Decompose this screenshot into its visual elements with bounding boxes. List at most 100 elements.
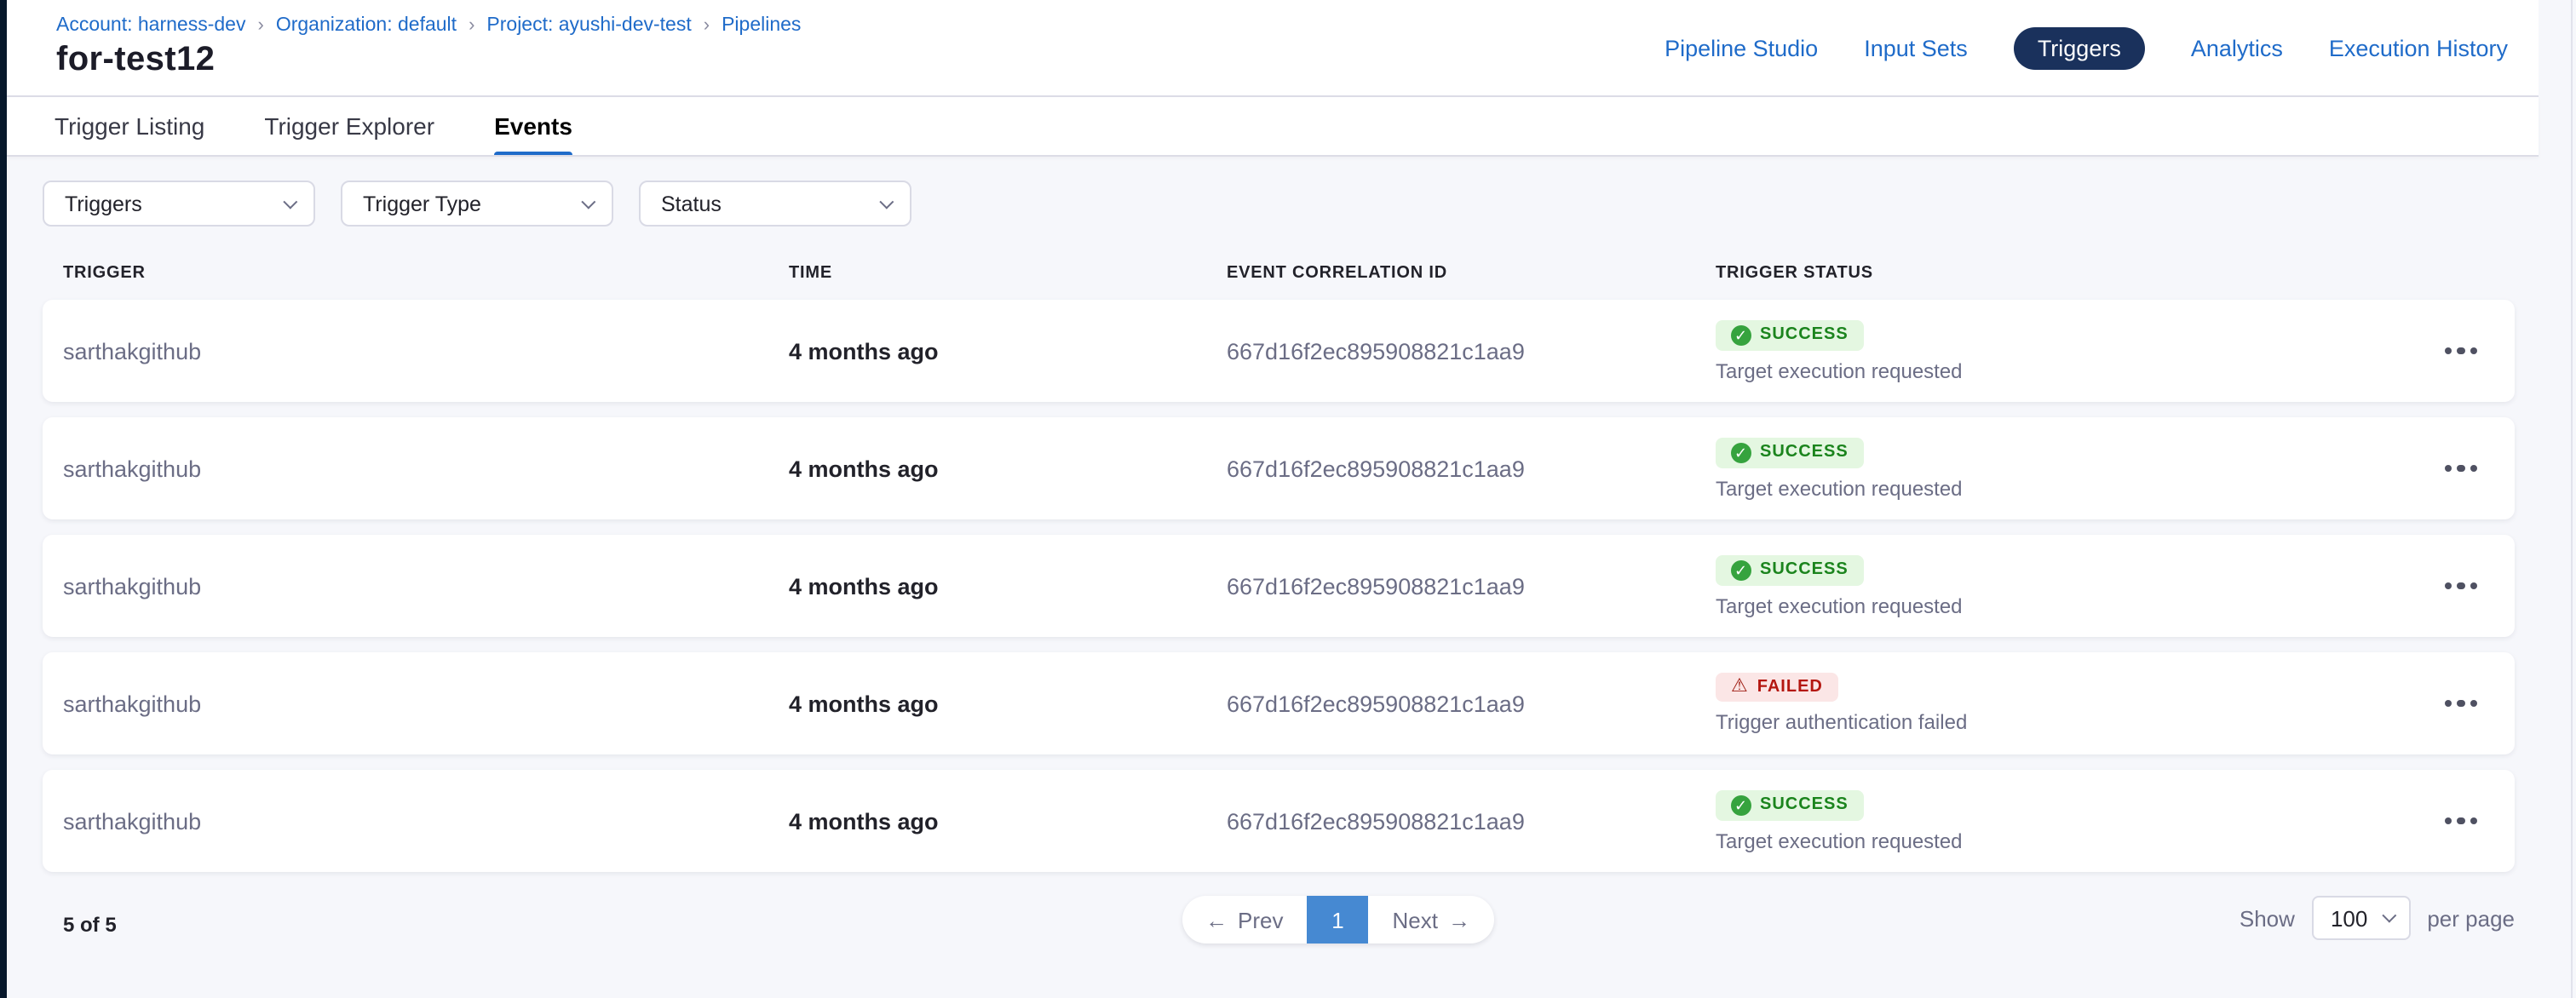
- triggers-filter-dropdown[interactable]: Triggers: [43, 181, 315, 227]
- trigger-name: sarthakgithub: [63, 691, 789, 716]
- status-filter-label: Status: [661, 192, 722, 215]
- status-badge: ✓ SUCCESS: [1716, 437, 1864, 467]
- events-content: Triggers Trigger Type Status Trigger Tim…: [7, 157, 2576, 967]
- event-time: 4 months ago: [789, 456, 1227, 481]
- trigger-type-filter-dropdown[interactable]: Trigger Type: [341, 181, 613, 227]
- trigger-name: sarthakgithub: [63, 338, 789, 364]
- event-row[interactable]: sarthakgithub 4 months ago 667d16f2ec895…: [43, 535, 2515, 637]
- trigger-name: sarthakgithub: [63, 573, 789, 599]
- page-header: Account: harness-dev › Organization: def…: [7, 0, 2539, 97]
- event-row[interactable]: sarthakgithub 4 months ago 667d16f2ec895…: [43, 652, 2515, 754]
- ellipsis-icon: [2444, 347, 2452, 355]
- prev-page-button[interactable]: ← Prev: [1182, 896, 1307, 944]
- check-circle-icon: ✓: [1731, 442, 1751, 462]
- column-header-time: Time: [789, 264, 1227, 283]
- page-number-button[interactable]: 1: [1307, 896, 1368, 944]
- row-actions: [2385, 337, 2487, 365]
- events-table-body: sarthakgithub 4 months ago 667d16f2ec895…: [43, 300, 2515, 872]
- chevron-down-icon: [581, 194, 595, 209]
- event-correlation-id: 667d16f2ec895908821c1aa9: [1227, 573, 1716, 599]
- nav-execution-history[interactable]: Execution History: [2329, 36, 2508, 61]
- status-filter-dropdown[interactable]: Status: [639, 181, 911, 227]
- row-actions: [2385, 690, 2487, 718]
- trigger-name: sarthakgithub: [63, 456, 789, 481]
- show-label: Show: [2240, 905, 2295, 931]
- status-message: Trigger authentication failed: [1716, 710, 1967, 734]
- trigger-status-cell: ✓ SUCCESS Target execution requested: [1716, 319, 2385, 382]
- row-actions: [2385, 572, 2487, 600]
- status-badge: ✓ SUCCESS: [1716, 319, 1864, 350]
- page-size-control: Show 100 per page: [2240, 896, 2515, 940]
- chevron-right-icon: ›: [469, 15, 474, 36]
- column-header-trigger: Trigger: [63, 264, 789, 283]
- prev-label: Prev: [1238, 907, 1283, 932]
- trigger-status-cell: ✓ SUCCESS Target execution requested: [1716, 437, 2385, 500]
- breadcrumb-organization[interactable]: Organization: default: [276, 15, 457, 36]
- breadcrumb-pipelines[interactable]: Pipelines: [722, 15, 801, 36]
- row-actions: [2385, 807, 2487, 835]
- chevron-down-icon: [283, 194, 297, 209]
- trigger-name: sarthakgithub: [63, 808, 789, 834]
- row-more-menu-button[interactable]: [2434, 337, 2487, 365]
- row-more-menu-button[interactable]: [2434, 572, 2487, 600]
- pagination-bar: 5 of 5 ← Prev 1 Next → Show 100: [43, 889, 2515, 967]
- page-title: for-test12: [56, 41, 215, 80]
- nav-analytics[interactable]: Analytics: [2191, 36, 2283, 61]
- event-row[interactable]: sarthakgithub 4 months ago 667d16f2ec895…: [43, 417, 2515, 519]
- per-page-label: per page: [2427, 905, 2515, 931]
- status-message: Target execution requested: [1716, 829, 1963, 852]
- tab-trigger-explorer[interactable]: Trigger Explorer: [264, 97, 434, 155]
- next-page-button[interactable]: Next →: [1368, 896, 1493, 944]
- row-actions: [2385, 455, 2487, 483]
- status-badge: ✓ SUCCESS: [1716, 789, 1864, 820]
- event-time: 4 months ago: [789, 691, 1227, 716]
- table-header: Trigger Time Event Correlation ID Trigge…: [43, 254, 2515, 300]
- row-more-menu-button[interactable]: [2434, 690, 2487, 718]
- tab-trigger-listing[interactable]: Trigger Listing: [55, 97, 204, 155]
- chevron-down-icon: [2382, 909, 2396, 923]
- column-header-trigger-status: Trigger Status: [1716, 264, 2385, 283]
- app-viewport: Account: harness-dev › Organization: def…: [0, 0, 2576, 998]
- nav-triggers[interactable]: Triggers: [2014, 27, 2145, 70]
- status-message: Target execution requested: [1716, 594, 1963, 617]
- column-header-event-correlation-id: Event Correlation ID: [1227, 264, 1716, 283]
- nav-input-sets[interactable]: Input Sets: [1864, 36, 1968, 61]
- triggers-filter-label: Triggers: [65, 192, 142, 215]
- ellipsis-icon: [2444, 700, 2452, 708]
- breadcrumb: Account: harness-dev › Organization: def…: [56, 15, 801, 36]
- chevron-down-icon: [879, 194, 894, 209]
- status-badge: ✓ SUCCESS: [1716, 554, 1864, 585]
- check-circle-icon: ✓: [1731, 324, 1751, 345]
- breadcrumb-account[interactable]: Account: harness-dev: [56, 15, 245, 36]
- main-area: Account: harness-dev › Organization: def…: [7, 0, 2576, 998]
- row-more-menu-button[interactable]: [2434, 455, 2487, 483]
- nav-pipeline-studio[interactable]: Pipeline Studio: [1665, 36, 1818, 61]
- check-circle-icon: ✓: [1731, 559, 1751, 580]
- event-row[interactable]: sarthakgithub 4 months ago 667d16f2ec895…: [43, 770, 2515, 872]
- tab-bar: Trigger Listing Trigger Explorer Events: [7, 97, 2539, 157]
- warning-triangle-icon: ⚠: [1731, 678, 1749, 697]
- filters-row: Triggers Trigger Type Status: [43, 181, 2576, 227]
- trigger-status-cell: ✓ SUCCESS Target execution requested: [1716, 789, 2385, 852]
- event-correlation-id: 667d16f2ec895908821c1aa9: [1227, 808, 1716, 834]
- ellipsis-icon: [2444, 817, 2452, 825]
- event-time: 4 months ago: [789, 573, 1227, 599]
- event-correlation-id: 667d16f2ec895908821c1aa9: [1227, 691, 1716, 716]
- check-circle-icon: ✓: [1731, 794, 1751, 815]
- trigger-type-filter-label: Trigger Type: [363, 192, 481, 215]
- trigger-status-cell: ⚠ FAILED Trigger authentication failed: [1716, 673, 2385, 734]
- trigger-status-cell: ✓ SUCCESS Target execution requested: [1716, 554, 2385, 617]
- arrow-left-icon: ←: [1205, 907, 1228, 932]
- ellipsis-icon: [2444, 582, 2452, 590]
- sidebar-edge: [0, 0, 7, 998]
- row-more-menu-button[interactable]: [2434, 807, 2487, 835]
- pager: ← Prev 1 Next →: [1182, 896, 1494, 944]
- breadcrumb-project[interactable]: Project: ayushi-dev-test: [486, 15, 691, 36]
- ellipsis-icon: [2444, 465, 2452, 473]
- event-time: 4 months ago: [789, 808, 1227, 834]
- event-row[interactable]: sarthakgithub 4 months ago 667d16f2ec895…: [43, 300, 2515, 402]
- tab-events[interactable]: Events: [494, 97, 572, 155]
- arrow-right-icon: →: [1448, 907, 1470, 932]
- page-size-dropdown[interactable]: 100: [2312, 896, 2410, 940]
- event-correlation-id: 667d16f2ec895908821c1aa9: [1227, 338, 1716, 364]
